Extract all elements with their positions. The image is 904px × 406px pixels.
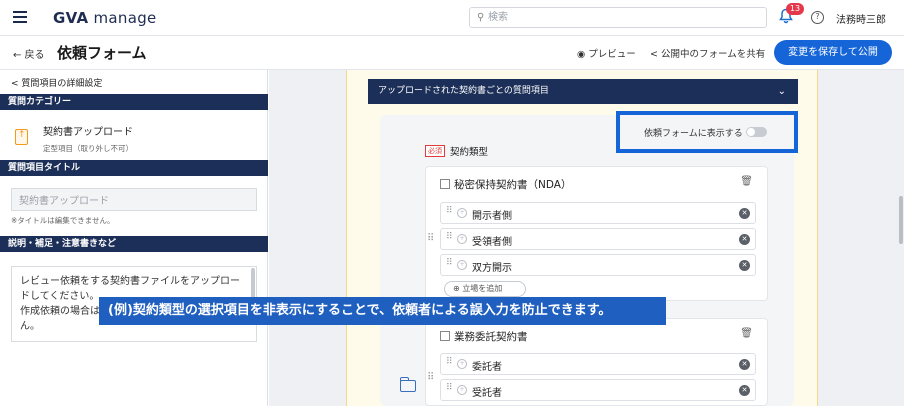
top-bar: GVA manage ⚲ 13 ? 法務時三郎 — [0, 0, 904, 36]
drag-handle-icon[interactable]: ⠿ — [446, 357, 453, 367]
option-label: 委託者 — [472, 362, 502, 373]
option-item[interactable]: ⠿ + 双方開示 ✕ — [440, 254, 756, 276]
description-header: 説明・補足・注意書きなど — [0, 236, 268, 252]
notification-badge: 13 — [786, 3, 804, 15]
annotation-banner: (例)契約類型の選択項目を非表示にすることで、依頼者による誤入力を防止できます。 — [99, 297, 666, 325]
upload-file-icon — [15, 129, 28, 145]
search-input[interactable] — [488, 10, 758, 25]
back-link[interactable]: ← 戻る — [13, 46, 45, 61]
trash-icon[interactable]: 🗑 — [740, 176, 753, 187]
add-option-button[interactable]: ⊕ 立場を追加 — [444, 281, 526, 297]
group-name: 秘密保持契約書（NDA） — [454, 179, 572, 191]
group-drag-handle-icon[interactable]: ⠿ — [427, 372, 434, 383]
option-item[interactable]: ⠿ + 開示者側 ✕ — [440, 202, 756, 224]
option-label: 開示者側 — [472, 211, 512, 222]
group-checkbox[interactable] — [440, 331, 450, 341]
title-header: 質問項目タイトル — [0, 160, 268, 176]
display-toggle-label: 依頼フォームに表示する — [644, 129, 743, 139]
group-header: 業務委託契約書 — [440, 329, 528, 344]
contract-type-group: 業務委託契約書 🗑 ⠿ + 委託者 ✕ ⠿ + 受託者 ✕ — [425, 318, 768, 406]
search-box: ⚲ — [469, 7, 767, 28]
section-title: アップロードされた契約書ごとの質問項目 — [378, 86, 549, 96]
drag-handle-icon[interactable]: ⠿ — [446, 232, 453, 242]
radio-icon: + — [457, 234, 467, 244]
category-name: 契約書アップロード — [43, 127, 133, 138]
page-header: ← 戻る 依頼フォーム ◉ プレビュー < 公開中のフォームを共有 変更を保存し… — [0, 36, 904, 70]
category-header: 質問カテゴリー — [0, 94, 268, 110]
category-subtext: 定型項目（取り外し不可） — [43, 144, 133, 153]
option-item[interactable]: ⠿ + 受託者 ✕ — [440, 379, 756, 401]
radio-icon: + — [457, 208, 467, 218]
option-label: 受領者側 — [472, 237, 512, 248]
option-label: 受託者 — [472, 388, 502, 399]
remove-option-icon[interactable]: ✕ — [739, 260, 750, 271]
help-icon[interactable]: ? — [811, 11, 824, 24]
section-bar[interactable]: アップロードされた契約書ごとの質問項目 ⌄ — [368, 79, 798, 104]
remove-option-icon[interactable]: ✕ — [739, 385, 750, 396]
share-form-button[interactable]: < 公開中のフォームを共有 — [650, 46, 765, 60]
remove-option-icon[interactable]: ✕ — [739, 208, 750, 219]
app-logo[interactable]: GVA manage — [53, 9, 157, 27]
radio-icon: + — [457, 385, 467, 395]
title-note: ※タイトルは編集できません。 — [11, 216, 115, 225]
page-title: 依頼フォーム — [57, 44, 147, 62]
canvas-scrollbar[interactable] — [899, 196, 903, 244]
display-toggle-switch[interactable] — [746, 127, 767, 137]
preview-button[interactable]: ◉ プレビュー — [577, 46, 636, 60]
back-to-question-detail[interactable]: < 質問項目の詳細設定 — [11, 76, 102, 89]
save-and-publish-button[interactable]: 変更を保存して公開 — [774, 40, 892, 65]
radio-icon: + — [457, 359, 467, 369]
group-drag-handle-icon[interactable]: ⠿ — [427, 233, 434, 244]
folder-icon[interactable] — [399, 377, 416, 392]
question-title-field[interactable] — [11, 188, 257, 211]
required-badge: 必須 — [425, 145, 445, 157]
search-icon: ⚲ — [477, 12, 485, 23]
group-header: 秘密保持契約書（NDA） — [440, 177, 571, 192]
remove-option-icon[interactable]: ✕ — [739, 359, 750, 370]
drag-handle-icon[interactable]: ⠿ — [446, 206, 453, 216]
field-title: 契約類型 — [450, 147, 489, 158]
drag-handle-icon[interactable]: ⠿ — [446, 383, 453, 393]
radio-icon: + — [457, 260, 467, 270]
group-name: 業務委託契約書 — [454, 331, 528, 343]
option-item[interactable]: ⠿ + 受領者側 ✕ — [440, 228, 756, 250]
chevron-down-icon[interactable]: ⌄ — [778, 79, 786, 104]
user-name[interactable]: 法務時三郎 — [836, 11, 886, 26]
hamburger-menu-icon[interactable] — [13, 11, 27, 23]
drag-handle-icon[interactable]: ⠿ — [446, 258, 453, 268]
group-checkbox[interactable] — [440, 179, 450, 189]
option-item[interactable]: ⠿ + 委託者 ✕ — [440, 353, 756, 375]
trash-icon[interactable]: 🗑 — [740, 328, 753, 339]
option-label: 双方開示 — [472, 263, 512, 274]
remove-option-icon[interactable]: ✕ — [739, 234, 750, 245]
